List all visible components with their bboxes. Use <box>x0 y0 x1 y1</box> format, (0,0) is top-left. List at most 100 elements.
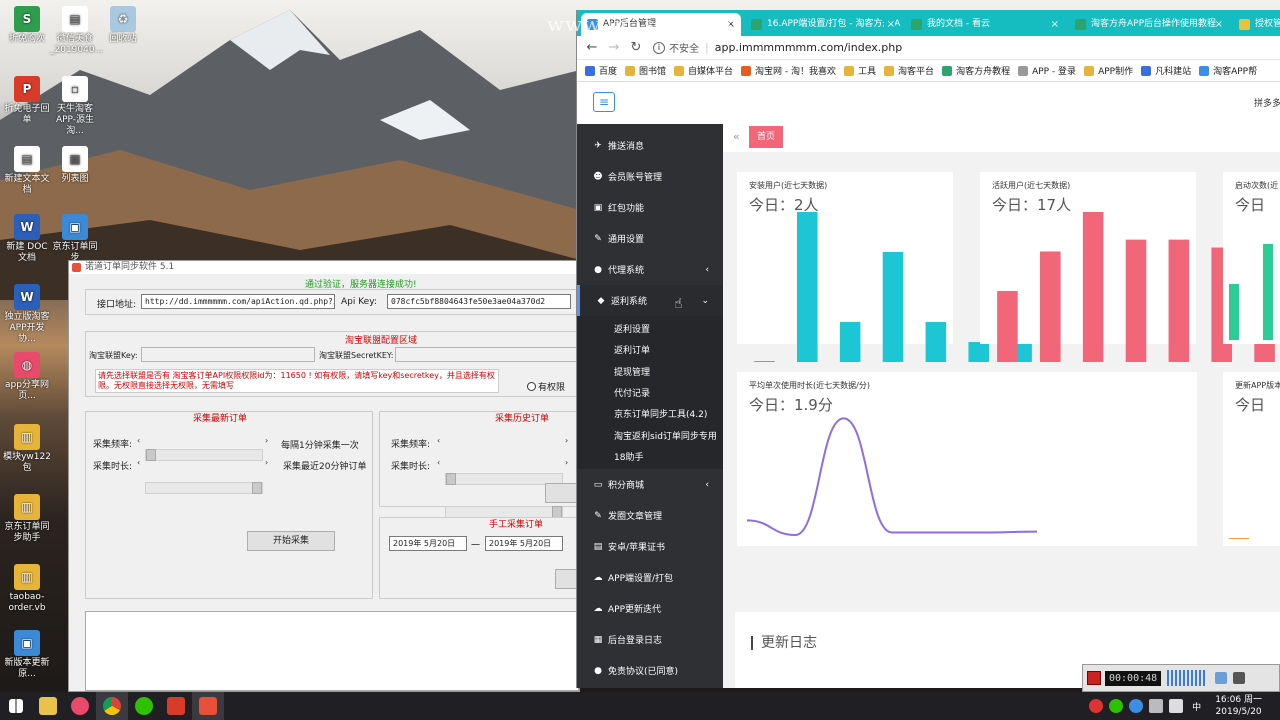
record-stop-icon[interactable] <box>1087 671 1101 685</box>
bookmark-item[interactable]: APP - 登录 <box>1018 64 1076 77</box>
taskbar-clock[interactable]: 16:06 周一 2019/5/20 <box>1215 694 1262 718</box>
has-permission-radio[interactable]: 有权限 <box>527 380 565 393</box>
recorder-close-icon[interactable] <box>1233 672 1246 684</box>
taobao-key-input[interactable] <box>141 347 315 362</box>
tray-qq-icon[interactable] <box>1129 699 1144 713</box>
app-titlebar[interactable]: 诺道订单同步软件 5.1 <box>69 261 579 274</box>
sidebar-subitem[interactable]: 提现管理 <box>577 361 723 382</box>
sidebar-item[interactable]: ● 免责协议(已同意) <box>577 655 723 686</box>
latest-duration-right-arrow-icon[interactable]: › <box>265 458 268 467</box>
breadcrumb-home-tab[interactable]: 首页 <box>749 126 784 148</box>
tab-close-icon[interactable]: × <box>883 13 895 36</box>
taskbar-explorer[interactable] <box>32 692 64 720</box>
taskbar-wechat[interactable] <box>128 692 160 720</box>
latest-freq-right-arrow-icon[interactable]: › <box>265 436 268 445</box>
back-icon[interactable]: ← <box>581 40 603 55</box>
desktop-icon[interactable]: W 新建 DOC 文档 <box>2 214 52 264</box>
ime-indicator[interactable]: 中 <box>1192 700 1201 713</box>
slider-thumb[interactable] <box>146 449 156 461</box>
desktop-icon[interactable]: W 独立版淘客APP开发协... <box>2 284 52 345</box>
date-from-picker[interactable]: 2019年 5月20日 <box>389 536 467 551</box>
history-freq-left-arrow-icon[interactable]: ‹ <box>437 436 440 445</box>
sidebar-subitem[interactable]: 淘宝返利sid订单同步专用 <box>577 424 723 445</box>
sidebar-subitem[interactable]: 18助手 <box>577 446 723 467</box>
forward-icon[interactable]: → <box>603 40 625 55</box>
desktop-icon[interactable]: ▦ 列表图 <box>50 146 100 185</box>
sidebar-subitem[interactable]: 返利订单 <box>577 339 723 360</box>
desktop-icon[interactable]: ▥ 京东订单同步助手 <box>2 494 52 544</box>
log-output-area[interactable] <box>85 611 579 691</box>
desktop-icon[interactable]: S 折免购次 <box>2 6 52 45</box>
sidebar-item[interactable]: ▤ 安卓/苹果证书 <box>577 531 723 562</box>
taskbar-chrome[interactable] <box>96 692 128 720</box>
sidebar-item[interactable]: ▣ 红包功能 <box>577 192 723 223</box>
latest-duration-slider[interactable] <box>145 482 263 494</box>
desktop-icon[interactable]: ♻ 回收站 <box>98 6 148 45</box>
chevron-icon[interactable]: ‹ <box>705 265 709 275</box>
sidebar-item[interactable]: ▦ 后台登录日志 <box>577 624 723 655</box>
bookmark-item[interactable]: 凡科建站 <box>1141 64 1191 77</box>
bookmark-item[interactable]: 淘客方舟教程 <box>942 64 1010 77</box>
tray-wechat-icon[interactable] <box>1109 699 1124 713</box>
sidebar-item[interactable]: ◆ 返利系统 ⌄ <box>577 285 723 316</box>
sidebar-item[interactable]: ● 代理系统 ‹ <box>577 254 723 285</box>
sidebar-item[interactable]: ☁ APP更新迭代 <box>577 593 723 624</box>
api-key-input[interactable]: 078cfc5bf8804643fe50e3ae04a370d2 <box>387 294 571 309</box>
tab-close-icon[interactable]: × <box>1051 13 1059 36</box>
desktop-icon[interactable]: ▤ 微信美食_2019040... <box>50 6 103 56</box>
desktop-icon[interactable]: ▤ 新建文本文档 <box>2 146 52 196</box>
menu-toggle-button[interactable]: ≡ <box>593 92 615 112</box>
latest-freq-slider[interactable] <box>145 449 263 461</box>
chevron-icon[interactable]: ⌄ <box>701 296 709 306</box>
desktop-icon[interactable]: P 折免电子回单 <box>2 76 52 126</box>
slider-thumb[interactable] <box>252 482 262 494</box>
collapse-left-icon[interactable]: « <box>733 130 740 143</box>
url-field[interactable]: i 不安全 | app.immmmmmm.com/index.php <box>653 40 902 55</box>
desktop-icon[interactable]: ▥ 模块yw122包 <box>2 424 52 474</box>
desktop-icon[interactable]: ▫ 天牛淘客APP-源生淘... <box>50 76 100 137</box>
taobao-secret-input[interactable] <box>395 347 579 362</box>
taskbar-app-red[interactable] <box>160 692 192 720</box>
tab-tutorial[interactable]: 淘客方舟APP后台操作使用教程 × <box>1069 13 1229 36</box>
history-duration-right-arrow-icon[interactable]: › <box>565 458 568 467</box>
bookmark-item[interactable]: 工具 <box>844 64 876 77</box>
header-user-text[interactable]: 拼多多 <box>1254 96 1280 109</box>
tray-record-icon[interactable] <box>1089 699 1104 713</box>
history-freq-right-arrow-icon[interactable]: › <box>565 436 568 445</box>
start-collect-button[interactable]: 开始采集 <box>247 531 335 551</box>
bookmark-item[interactable]: 百度 <box>585 64 617 77</box>
info-icon[interactable]: i <box>653 41 665 54</box>
desktop-icon[interactable]: ▣ 京东订单同步 <box>50 214 100 264</box>
sidebar-subitem[interactable]: 代付记录 <box>577 382 723 403</box>
sidebar-item[interactable]: ▭ 积分商城 ‹ <box>577 469 723 500</box>
bookmark-item[interactable]: 图书馆 <box>625 64 666 77</box>
chevron-icon[interactable]: ‹ <box>705 480 709 490</box>
tray-volume-icon[interactable] <box>1169 699 1184 713</box>
sidebar-item[interactable]: ✎ 通用设置 <box>577 223 723 254</box>
bookmark-item[interactable]: APP制作 <box>1084 64 1133 77</box>
tab-close-icon[interactable]: × <box>1215 13 1223 36</box>
sidebar-item[interactable]: ✎ 发圈文章管理 <box>577 500 723 531</box>
recorder-settings-icon[interactable] <box>1215 672 1228 684</box>
latest-freq-left-arrow-icon[interactable]: ‹ <box>137 436 140 445</box>
desktop-icon[interactable]: ▥ taobao-order.vb <box>2 564 52 614</box>
slider-thumb[interactable] <box>446 473 456 485</box>
date-to-picker[interactable]: 2019年 5月20日 <box>485 536 563 551</box>
bookmark-item[interactable]: 淘客平台 <box>884 64 934 77</box>
bookmark-item[interactable]: 淘宝网 - 淘！我喜欢 <box>741 64 836 77</box>
sidebar-item[interactable]: ✈ 推送消息 <box>577 130 723 161</box>
latest-duration-left-arrow-icon[interactable]: ‹ <box>137 458 140 467</box>
taskbar-sync-app[interactable] <box>192 692 224 720</box>
desktop-icon[interactable]: ▣ 新版本更新原... <box>2 630 52 680</box>
tray-network-icon[interactable] <box>1149 699 1164 713</box>
taskbar-app-1[interactable] <box>64 692 96 720</box>
tab-app-packaging[interactable]: 16.APP端设置/打包 - 淘客方舟·A × <box>745 13 901 36</box>
bookmark-item[interactable]: 自媒体平台 <box>674 64 733 77</box>
reload-icon[interactable]: ↻ <box>625 40 647 55</box>
sidebar-item[interactable]: ☻ 会员账号管理 <box>577 161 723 192</box>
tab-license[interactable]: 授权管理 <box>1233 13 1280 36</box>
sidebar-subitem[interactable]: 返利设置 <box>577 318 723 339</box>
desktop-icon[interactable]: ◍ app分享网页... <box>2 352 52 402</box>
tab-my-docs[interactable]: 我的文档 - 看云 × <box>905 13 1065 36</box>
bookmark-item[interactable]: 淘客APP帮 <box>1199 64 1257 77</box>
